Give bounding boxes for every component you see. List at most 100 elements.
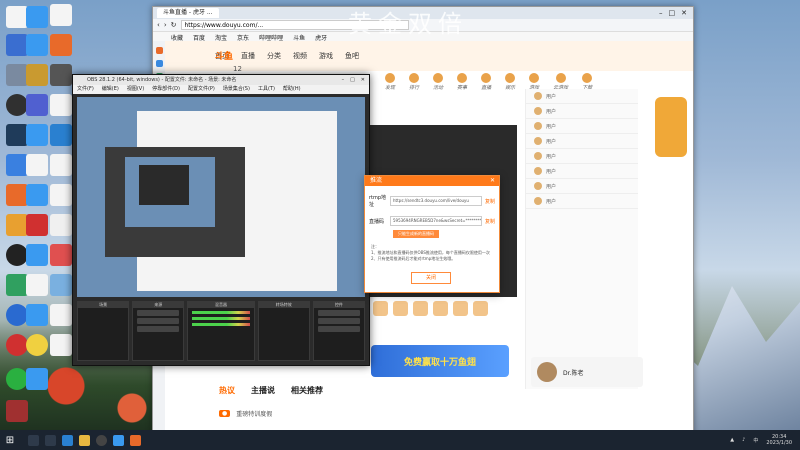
obs-icon[interactable] bbox=[96, 434, 107, 446]
edge-icon[interactable] bbox=[62, 434, 73, 446]
sidebar-app-icon[interactable] bbox=[155, 47, 163, 54]
obs-icon[interactable] bbox=[6, 94, 28, 116]
transitions-dock[interactable]: 转场特效 bbox=[257, 301, 310, 361]
owl-icon[interactable] bbox=[26, 64, 48, 86]
task-view-icon[interactable] bbox=[45, 434, 56, 446]
menu-docks[interactable]: 停靠部件(D) bbox=[152, 85, 180, 94]
nav-group[interactable]: 鱼吧 bbox=[345, 51, 359, 61]
obs-preview[interactable] bbox=[77, 97, 365, 297]
minimize-icon[interactable]: – bbox=[659, 9, 663, 17]
app-icon[interactable] bbox=[6, 400, 28, 422]
cloud-icon[interactable] bbox=[26, 304, 48, 326]
document-icon[interactable] bbox=[50, 334, 72, 356]
cloud-icon[interactable] bbox=[26, 34, 48, 56]
sources-dock[interactable]: 来源 bbox=[132, 301, 185, 361]
app-icon[interactable] bbox=[50, 64, 72, 86]
start-streaming-button[interactable] bbox=[317, 310, 360, 316]
document-icon[interactable] bbox=[6, 6, 28, 28]
mixer-dock[interactable]: 混音器 bbox=[187, 301, 255, 361]
category-item[interactable]: 赛事 bbox=[457, 73, 467, 91]
music-icon[interactable] bbox=[6, 334, 28, 356]
app-icon[interactable] bbox=[50, 244, 72, 266]
maximize-icon[interactable]: □ bbox=[350, 75, 355, 85]
browser-tab[interactable]: 斗鱼直播 - 虎牙 ... bbox=[157, 8, 219, 18]
key-input[interactable]: 5953694RNGREB5D7ne&wsSecret=********** bbox=[390, 216, 482, 226]
wechat-icon[interactable] bbox=[6, 368, 28, 390]
source-item[interactable] bbox=[137, 318, 180, 324]
app-icon[interactable] bbox=[26, 334, 48, 356]
app-icon[interactable] bbox=[6, 274, 28, 296]
warning-icon[interactable] bbox=[50, 214, 72, 236]
refresh-icon[interactable]: ↻ bbox=[171, 21, 177, 29]
menu-edit[interactable]: 编辑(E) bbox=[102, 85, 119, 94]
regenerate-key-button[interactable]: 只能生成新的直播码 bbox=[393, 230, 439, 238]
gift-icon[interactable] bbox=[453, 301, 468, 316]
close-icon[interactable]: ✕ bbox=[361, 75, 365, 85]
nav-game[interactable]: 游戏 bbox=[319, 51, 333, 61]
document-icon[interactable] bbox=[50, 154, 72, 176]
steam-icon[interactable] bbox=[6, 124, 28, 146]
gift-icon[interactable] bbox=[393, 301, 408, 316]
app-icon[interactable] bbox=[6, 154, 28, 176]
document-icon[interactable] bbox=[50, 4, 72, 26]
scenes-dock[interactable]: 场景 bbox=[77, 301, 130, 361]
app-icon[interactable] bbox=[6, 214, 28, 236]
cloud-icon[interactable] bbox=[26, 184, 48, 206]
app-icon[interactable] bbox=[6, 34, 28, 56]
gift-icon[interactable] bbox=[433, 301, 448, 316]
browser-icon[interactable] bbox=[113, 434, 124, 446]
category-item[interactable]: 娱乐 bbox=[505, 73, 515, 91]
category-item[interactable]: 直播 bbox=[481, 73, 491, 91]
copy-rtmp-button[interactable]: 复制 bbox=[485, 198, 495, 205]
menu-file[interactable]: 文件(F) bbox=[77, 85, 94, 94]
windows-start-icon[interactable]: ⊞ bbox=[0, 430, 20, 450]
qq-icon[interactable] bbox=[6, 244, 28, 266]
rtmp-input[interactable]: https://sendtc3.douyu.com/live/douyu bbox=[390, 196, 482, 206]
lower-row-title[interactable]: 重磅特训度假 bbox=[236, 409, 272, 418]
document-icon[interactable] bbox=[50, 184, 72, 206]
forward-icon[interactable]: › bbox=[164, 21, 167, 29]
cloud-icon[interactable] bbox=[26, 124, 48, 146]
app-icon[interactable] bbox=[6, 304, 28, 326]
app-icon[interactable] bbox=[50, 34, 72, 56]
settings-button[interactable] bbox=[317, 326, 360, 332]
document-icon[interactable] bbox=[26, 274, 48, 296]
menu-profile[interactable]: 配置文件(P) bbox=[188, 85, 215, 94]
search-icon[interactable] bbox=[28, 434, 39, 446]
app-icon[interactable] bbox=[26, 214, 48, 236]
cloud-icon[interactable] bbox=[26, 368, 48, 390]
clock[interactable]: 20:34 2023/1/30 bbox=[766, 434, 792, 446]
controls-dock[interactable]: 控件 bbox=[312, 301, 365, 361]
minimize-icon[interactable]: – bbox=[342, 75, 345, 85]
app-icon[interactable] bbox=[26, 94, 48, 116]
network-icon[interactable]: ▲ bbox=[730, 437, 734, 443]
app-icon[interactable] bbox=[130, 434, 141, 446]
cloud-icon[interactable] bbox=[26, 6, 48, 28]
menu-view[interactable]: 视图(V) bbox=[127, 85, 144, 94]
tab-hot[interactable]: 热议 bbox=[219, 385, 235, 396]
app-icon[interactable] bbox=[26, 244, 48, 266]
back-icon[interactable]: ‹ bbox=[157, 21, 160, 29]
copy-key-button[interactable]: 复制 bbox=[485, 218, 495, 225]
edge-icon[interactable] bbox=[50, 124, 72, 146]
app-icon[interactable] bbox=[6, 184, 28, 206]
start-recording-button[interactable] bbox=[317, 318, 360, 324]
site-logo[interactable]: 斗鱼 bbox=[215, 49, 233, 62]
menu-scene-collection[interactable]: 场景集合(S) bbox=[223, 85, 250, 94]
gift-icon[interactable] bbox=[473, 301, 488, 316]
app-icon[interactable] bbox=[50, 274, 72, 296]
sidebar-app-icon[interactable] bbox=[155, 60, 163, 67]
nav-live[interactable]: 直播 bbox=[241, 51, 255, 61]
source-item[interactable] bbox=[137, 326, 180, 332]
tab-related[interactable]: 相关推荐 bbox=[291, 385, 323, 396]
source-item[interactable] bbox=[137, 310, 180, 316]
maximize-icon[interactable]: □ bbox=[669, 9, 676, 17]
nav-video[interactable]: 视频 bbox=[293, 51, 307, 61]
app-icon[interactable] bbox=[6, 64, 28, 86]
ime-icon[interactable]: 中 bbox=[753, 437, 758, 444]
menu-help[interactable]: 帮助(H) bbox=[283, 85, 301, 94]
dialog-close-button[interactable]: 关闭 bbox=[411, 272, 451, 284]
anchor-card[interactable]: Dr.陈老 bbox=[531, 357, 643, 387]
nav-category[interactable]: 分类 bbox=[267, 51, 281, 61]
menu-tools[interactable]: 工具(T) bbox=[258, 85, 275, 94]
